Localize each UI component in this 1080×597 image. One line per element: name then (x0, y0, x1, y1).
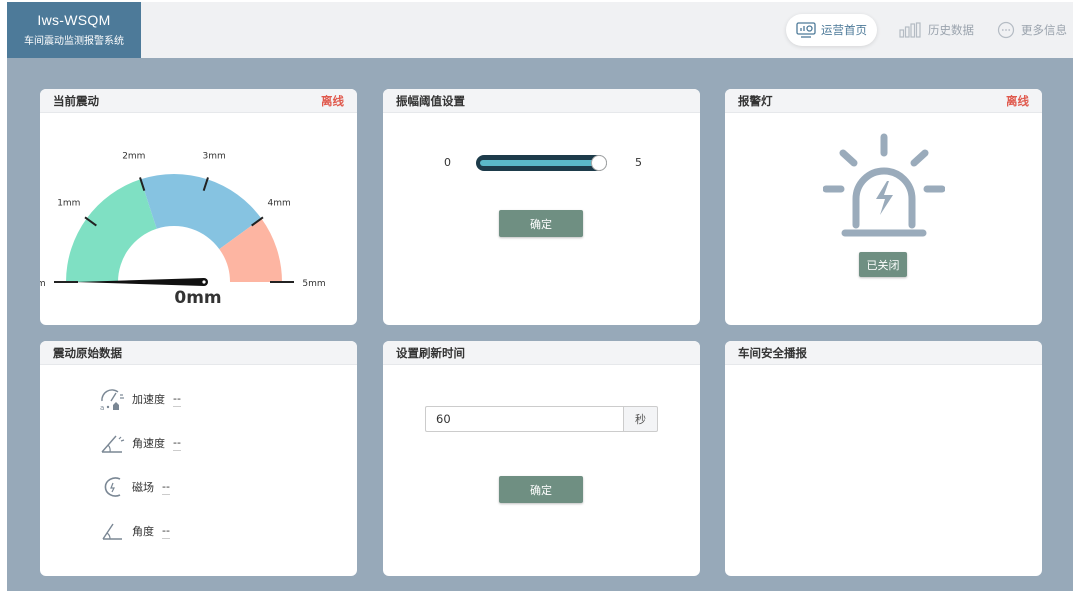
threshold-slider-fill (480, 160, 599, 166)
acceleration-value: -- (173, 391, 181, 407)
nav-history[interactable]: 历史数据 (899, 22, 974, 38)
refresh-card: 设置刷新时间 秒 确定 (383, 341, 700, 576)
refresh-confirm-button[interactable]: 确定 (499, 476, 583, 503)
alarm-card-header: 报警灯 离线 (725, 89, 1042, 113)
top-bar: Iws-WSQM 车间震动监测报警系统 运营首页 历史数据 更多信息 (7, 2, 1073, 58)
angle-icon (98, 519, 128, 543)
sensor-row-magnetic-field: 磁场 -- (98, 475, 170, 499)
broadcast-title: 车间安全播报 (738, 345, 807, 360)
acceleration-icon: a (98, 387, 128, 411)
refresh-title: 设置刷新时间 (396, 345, 465, 360)
raw-data-card: 震动原始数据 a 加速度 -- 角速度 -- 磁场 -- 角度 -- (40, 341, 357, 576)
sensor-row-angular-velocity: 角速度 -- (98, 431, 181, 455)
angle-value: -- (162, 523, 170, 539)
main-nav: 运营首页 历史数据 更多信息 (786, 2, 1073, 58)
more-icon (996, 21, 1016, 39)
nav-home-label: 运营首页 (821, 23, 867, 37)
raw-data-title: 震动原始数据 (53, 345, 122, 360)
threshold-title: 振幅阈值设置 (396, 93, 465, 108)
dashboard-area: 当前震动 离线 0mm1mm2mm3mm4mm5mm 0mm 振幅阈值设置 0 … (7, 58, 1073, 591)
threshold-slider-thumb[interactable] (591, 155, 607, 171)
broadcast-card-header: 车间安全播报 (725, 341, 1042, 365)
alarm-status-badge: 离线 (1006, 93, 1029, 108)
magnetic-field-label: 磁场 (132, 481, 154, 494)
app-name: Iws-WSQM (37, 12, 111, 28)
threshold-max-label: 5 (635, 156, 642, 169)
bar-chart-icon (899, 22, 923, 38)
app-subtitle: 车间震动监测报警系统 (24, 36, 124, 47)
vibration-gauge: 0mm1mm2mm3mm4mm5mm (40, 151, 326, 289)
nav-home[interactable]: 运营首页 (786, 14, 877, 46)
nav-more-label: 更多信息 (1021, 23, 1067, 37)
refresh-card-header: 设置刷新时间 (383, 341, 700, 365)
gauge-needle-hub-dot (202, 280, 206, 284)
threshold-card: 振幅阈值设置 0 5 确定 (383, 89, 700, 325)
angular-velocity-icon (98, 431, 128, 455)
gauge-band-0 (66, 179, 157, 282)
app-logo: Iws-WSQM 车间震动监测报警系统 (7, 2, 141, 58)
angular-velocity-label: 角速度 (132, 437, 165, 450)
refresh-input-group: 秒 (425, 406, 658, 432)
svg-text:a: a (100, 404, 104, 411)
nav-more[interactable]: 更多信息 (996, 21, 1067, 39)
gauge-tick-label-2: 2mm (122, 151, 145, 161)
threshold-slider[interactable] (476, 155, 607, 171)
sensor-row-acceleration: a 加速度 -- (98, 387, 181, 411)
vibration-card: 当前震动 离线 0mm1mm2mm3mm4mm5mm 0mm (40, 89, 357, 325)
alarm-toggle-button[interactable]: 已关闭 (859, 252, 907, 277)
sensor-row-angle: 角度 -- (98, 519, 170, 543)
angular-velocity-value: -- (173, 435, 181, 451)
nav-history-label: 历史数据 (928, 23, 974, 37)
angle-label: 角度 (132, 525, 154, 538)
refresh-unit-label: 秒 (623, 406, 658, 432)
magnetic-field-value: -- (162, 479, 170, 495)
vibration-status-badge: 离线 (321, 93, 344, 108)
magnetic-field-icon (98, 475, 128, 499)
dashboard-icon (796, 22, 816, 38)
alarm-card: 报警灯 离线 已关闭 (725, 89, 1042, 325)
acceleration-label: 加速度 (132, 393, 165, 406)
raw-data-card-header: 震动原始数据 (40, 341, 357, 365)
broadcast-card: 车间安全播报 (725, 341, 1042, 576)
alarm-title: 报警灯 (738, 93, 773, 108)
gauge-tick-label-1: 1mm (57, 199, 80, 209)
threshold-confirm-button[interactable]: 确定 (499, 210, 583, 237)
vibration-card-header: 当前震动 离线 (40, 89, 357, 113)
gauge-tick-label-4: 4mm (268, 199, 291, 209)
vibration-title: 当前震动 (53, 93, 99, 108)
threshold-card-header: 振幅阈值设置 (383, 89, 700, 113)
gauge-tick-label-3: 3mm (203, 151, 226, 161)
vibration-value: 0mm (174, 288, 222, 308)
alarm-light-icon (822, 133, 946, 245)
threshold-min-label: 0 (444, 156, 451, 169)
refresh-interval-input[interactable] (425, 406, 623, 432)
